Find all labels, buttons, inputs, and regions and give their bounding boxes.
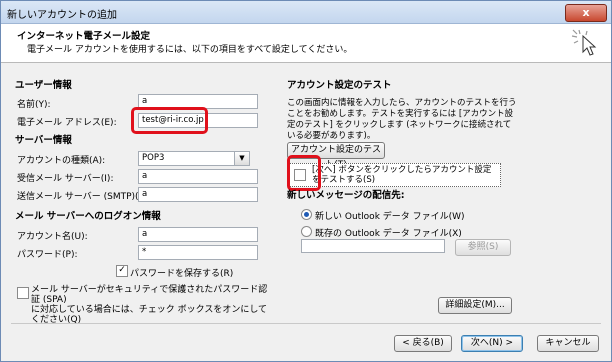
cancel-button[interactable]: キャンセル <box>537 335 599 352</box>
remember-password-label: パスワードを保存する(R) <box>130 269 234 279</box>
title-bar: 新しいアカウントの追加 x <box>1 1 611 24</box>
back-button[interactable]: < 戻る(B) <box>394 335 452 352</box>
header-subtitle: 電子メール アカウントを使用するには、以下の項目をすべて設定してください。 <box>27 45 353 55</box>
password-field[interactable]: * <box>138 245 258 260</box>
server-info-heading: サーバー情報 <box>15 135 72 146</box>
auto-test-highlight <box>287 155 321 191</box>
delivery-heading: 新しいメッセージの配信先: <box>287 190 405 201</box>
check-icon: ✓ <box>118 265 126 275</box>
existing-data-file-radio[interactable] <box>301 226 312 237</box>
wizard-body: ユーザー情報 名前(Y): a 電子メール アドレス(E): test@ri-i… <box>1 63 611 361</box>
user-info-heading: ユーザー情報 <box>15 80 72 91</box>
email-label: 電子メール アドレス(E): <box>17 118 117 128</box>
header-title: インターネット電子メール設定 <box>17 31 151 42</box>
window-title: 新しいアカウントの追加 <box>7 10 117 21</box>
remember-password-checkbox[interactable]: ✓ <box>116 265 128 277</box>
close-icon: x <box>582 6 590 19</box>
spa-checkbox[interactable] <box>17 287 29 299</box>
incoming-server-field[interactable]: a <box>138 169 258 184</box>
existing-data-file-path[interactable] <box>301 239 445 253</box>
password-label: パスワード(P): <box>17 250 78 260</box>
name-label: 名前(Y): <box>17 100 51 110</box>
account-test-description: この画面内に情報を入力したら、アカウントのテストを行うことをお勧めします。テスト… <box>287 98 517 141</box>
chevron-down-icon[interactable]: ▼ <box>234 152 249 165</box>
outgoing-server-field[interactable]: a <box>138 187 258 202</box>
sparkle-cursor-icon <box>571 29 597 56</box>
account-name-label: アカウント名(U): <box>17 232 88 242</box>
spa-label: メール サーバーがセキュリティで保護されたパスワード認証 (SPA) に対応して… <box>31 285 268 325</box>
email-highlight <box>131 107 208 134</box>
logon-info-heading: メール サーバーへのログオン情報 <box>15 211 161 222</box>
account-name-field[interactable]: a <box>138 227 258 242</box>
existing-data-file-label: 既存の Outlook データ ファイル(X) <box>315 229 462 239</box>
new-data-file-radio[interactable] <box>301 209 312 220</box>
footer-divider <box>11 323 601 324</box>
more-settings-button[interactable]: 詳細設定(M)... <box>438 297 512 314</box>
account-type-select[interactable]: POP3 ▼ <box>138 151 250 166</box>
account-type-label: アカウントの種類(A): <box>17 156 106 166</box>
auto-test-label: [次へ] ボタンをクリックしたらアカウント設定をテストする(S) <box>312 165 492 185</box>
browse-button[interactable]: 参照(S) <box>455 239 511 256</box>
new-data-file-label: 新しい Outlook データ ファイル(W) <box>315 212 465 222</box>
close-button[interactable]: x <box>565 4 607 22</box>
add-account-dialog: 新しいアカウントの追加 x インターネット電子メール設定 電子メール アカウント… <box>0 0 612 362</box>
next-button[interactable]: 次へ(N) > <box>461 335 523 352</box>
outgoing-server-label: 送信メール サーバー (SMTP)(O): <box>17 192 153 202</box>
wizard-header: インターネット電子メール設定 電子メール アカウントを使用するには、以下の項目を… <box>1 24 611 63</box>
incoming-server-label: 受信メール サーバー(I): <box>17 174 114 184</box>
account-test-heading: アカウント設定のテスト <box>287 80 392 91</box>
account-type-value: POP3 <box>142 153 165 163</box>
